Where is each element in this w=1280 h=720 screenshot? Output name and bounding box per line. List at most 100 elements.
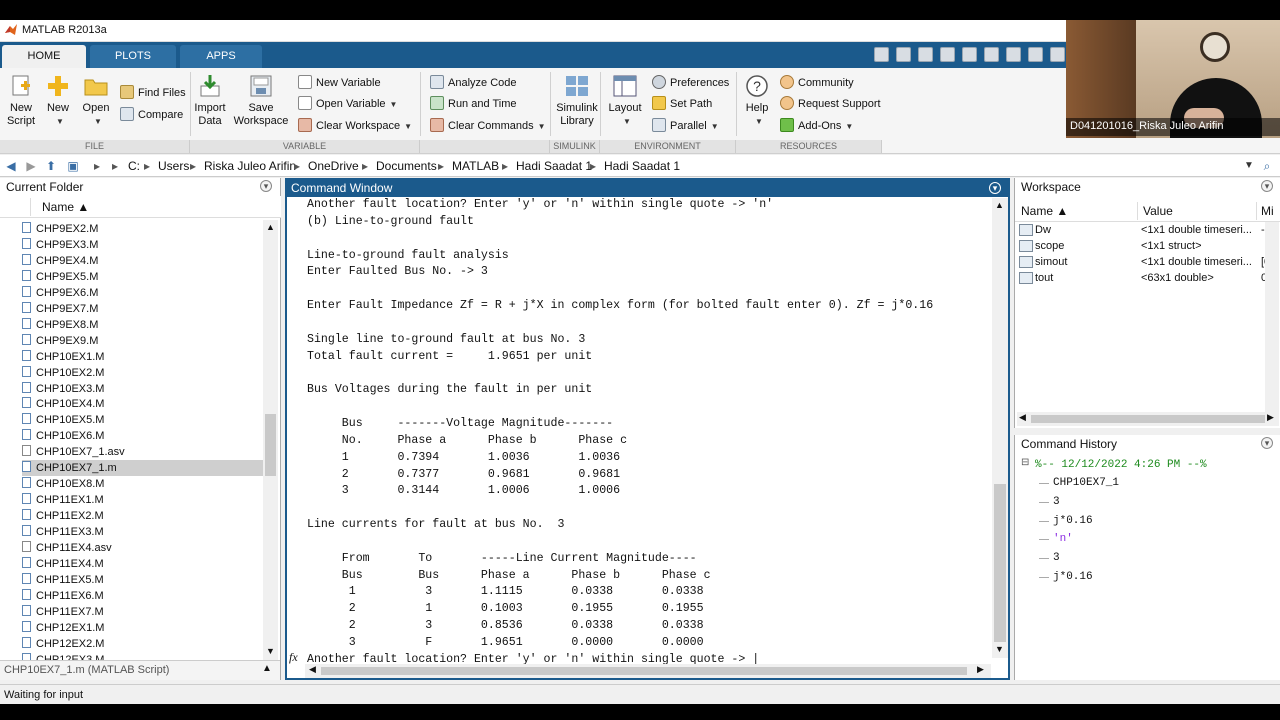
value-column-header[interactable]: Value bbox=[1143, 204, 1173, 218]
file-list-item[interactable]: CHP9EX5.M bbox=[22, 269, 264, 285]
analyze-code-button[interactable]: Analyze Code bbox=[430, 74, 517, 92]
history-session-header[interactable]: %-- 12/12/2022 4:26 PM --% bbox=[1035, 457, 1207, 473]
search-icon[interactable]: ⌕ bbox=[1260, 159, 1274, 173]
file-list-item[interactable]: CHP11EX6.M bbox=[22, 588, 264, 604]
run-and-time-button[interactable]: Run and Time bbox=[430, 95, 516, 113]
forward-icon[interactable]: ▶ bbox=[24, 159, 38, 173]
save-workspace-button[interactable]: Save Workspace bbox=[232, 74, 290, 128]
tab-apps[interactable]: APPS bbox=[180, 45, 262, 68]
tab-home[interactable]: HOME bbox=[2, 45, 86, 68]
breadcrumb-item[interactable]: Users bbox=[158, 159, 189, 173]
folder-scrollbar[interactable]: ▲ ▼ bbox=[263, 220, 278, 660]
clear-commands-button[interactable]: Clear Commands ▼ bbox=[430, 117, 546, 135]
file-list-item[interactable]: CHP10EX4.M bbox=[22, 396, 264, 412]
chevron-right-icon[interactable]: ▶ bbox=[1267, 412, 1274, 423]
collapse-icon[interactable]: ⊟ bbox=[1021, 457, 1029, 468]
chevron-up-icon[interactable]: ▲ bbox=[995, 200, 1004, 210]
chevron-left-icon[interactable]: ◀ bbox=[309, 664, 316, 675]
chevron-right-icon[interactable]: ▶ bbox=[977, 664, 984, 675]
breadcrumb-item[interactable]: Riska Juleo Arifin bbox=[204, 159, 296, 173]
workspace-vscrollbar[interactable] bbox=[1265, 222, 1279, 412]
scrollbar-thumb[interactable] bbox=[321, 667, 967, 675]
back-icon[interactable]: ◀ bbox=[4, 159, 18, 173]
compare-button[interactable]: Compare bbox=[120, 106, 183, 124]
file-list-item[interactable]: CHP11EX1.M bbox=[22, 492, 264, 508]
community-button[interactable]: Community bbox=[780, 74, 854, 92]
file-list-item[interactable]: CHP9EX3.M bbox=[22, 237, 264, 253]
save-icon[interactable] bbox=[896, 47, 911, 62]
file-list-item[interactable]: CHP11EX4.M bbox=[22, 556, 264, 572]
chevron-down-icon[interactable]: ▼ bbox=[266, 646, 275, 656]
browse-folder-icon[interactable]: ▣ bbox=[66, 159, 80, 173]
breadcrumb-item[interactable]: Hadi Saadat 1 bbox=[604, 159, 680, 173]
panel-actions-icon[interactable]: ▾ bbox=[1261, 180, 1273, 192]
file-list-item[interactable]: CHP9EX9.M bbox=[22, 333, 264, 349]
file-list-item[interactable]: CHP11EX4.asv bbox=[22, 540, 264, 556]
file-list-item[interactable]: CHP11EX2.M bbox=[22, 508, 264, 524]
breadcrumb-item[interactable]: C: bbox=[128, 159, 140, 173]
scrollbar-thumb[interactable] bbox=[265, 414, 276, 476]
import-data-button[interactable]: Import Data bbox=[194, 74, 226, 128]
file-list-item[interactable]: CHP9EX8.M bbox=[22, 317, 264, 333]
scrollbar-thumb[interactable] bbox=[1031, 415, 1265, 423]
command-hscrollbar[interactable]: ◀ ▶ bbox=[305, 664, 991, 678]
copy-icon[interactable] bbox=[940, 47, 955, 62]
file-list-item[interactable]: CHP10EX5.M bbox=[22, 412, 264, 428]
cut-icon[interactable] bbox=[918, 47, 933, 62]
file-list-item[interactable]: CHP12EX2.M bbox=[22, 636, 264, 652]
file-list-item[interactable]: CHP9EX4.M bbox=[22, 253, 264, 269]
file-list-item[interactable]: CHP10EX6.M bbox=[22, 428, 264, 444]
chevron-down-icon[interactable]: ▼ bbox=[1242, 159, 1256, 173]
file-list-item[interactable]: CHP10EX7_1.asv bbox=[22, 444, 264, 460]
switch-windows-icon[interactable] bbox=[1028, 47, 1043, 62]
workspace-variable-row[interactable]: simout<1x1 double timeseri...[0,0 bbox=[1019, 254, 1277, 270]
file-list-item[interactable]: CHP11EX7.M bbox=[22, 604, 264, 620]
breadcrumb-item[interactable]: OneDrive bbox=[308, 159, 359, 173]
add-ons-button[interactable]: Add-Ons ▼ bbox=[780, 117, 853, 135]
parallel-button[interactable]: Parallel ▼ bbox=[652, 117, 719, 135]
history-entry[interactable]: CHP10EX7_1 bbox=[1053, 475, 1119, 491]
request-support-button[interactable]: Request Support bbox=[780, 95, 881, 113]
file-list-item[interactable]: CHP10EX1.M bbox=[22, 349, 264, 365]
redo-icon[interactable] bbox=[1006, 47, 1021, 62]
open-variable-button[interactable]: Open Variable ▼ bbox=[298, 95, 397, 113]
layout-button[interactable]: Layout ▼ bbox=[606, 74, 644, 128]
function-browser-icon[interactable]: fx bbox=[289, 650, 298, 665]
search-docs-icon[interactable] bbox=[874, 47, 889, 62]
command-window[interactable]: Command Window ▾ Another fault location?… bbox=[285, 178, 1010, 680]
set-path-button[interactable]: Set Path bbox=[652, 95, 712, 113]
file-list-item[interactable]: CHP12EX1.M bbox=[22, 620, 264, 636]
name-column-header[interactable]: Name ▲ bbox=[1021, 204, 1068, 218]
new-variable-button[interactable]: New Variable bbox=[298, 74, 381, 92]
preferences-button[interactable]: Preferences bbox=[652, 74, 729, 92]
panel-actions-icon[interactable]: ▾ bbox=[1261, 437, 1273, 449]
help-icon[interactable] bbox=[1050, 47, 1065, 62]
find-files-button[interactable]: Find Files bbox=[120, 84, 186, 102]
history-entry[interactable]: 3 bbox=[1053, 550, 1060, 566]
tab-plots[interactable]: PLOTS bbox=[90, 45, 176, 68]
workspace-variable-row[interactable]: Dw<1x1 double timeseri...-0.0 bbox=[1019, 222, 1277, 238]
clear-workspace-button[interactable]: Clear Workspace ▼ bbox=[298, 117, 412, 135]
command-vscrollbar[interactable]: ▲ ▼ bbox=[992, 198, 1008, 658]
chevron-up-icon[interactable]: ▲ bbox=[262, 663, 272, 674]
history-entry[interactable]: j*0.16 bbox=[1053, 569, 1093, 585]
up-folder-icon[interactable]: ⬆ bbox=[44, 159, 58, 173]
workspace-variable-row[interactable]: scope <1x1 struct> bbox=[1019, 238, 1277, 254]
breadcrumb-item[interactable]: Hadi Saadat 1 bbox=[516, 159, 592, 173]
file-list-item[interactable]: CHP9EX2.M bbox=[22, 221, 264, 237]
chevron-left-icon[interactable]: ◀ bbox=[1019, 412, 1026, 423]
panel-actions-icon[interactable]: ▾ bbox=[260, 180, 272, 192]
history-entry[interactable]: j*0.16 bbox=[1053, 513, 1093, 529]
file-list-item[interactable]: CHP10EX2.M bbox=[22, 365, 264, 381]
history-entry[interactable]: 3 bbox=[1053, 494, 1060, 510]
simulink-library-button[interactable]: Simulink Library bbox=[556, 74, 598, 128]
name-column-header[interactable]: Name ▲ bbox=[42, 200, 89, 214]
open-button[interactable]: Open ▼ bbox=[80, 74, 112, 128]
file-list-item[interactable]: CHP9EX6.M bbox=[22, 285, 264, 301]
new-script-button[interactable]: New Script bbox=[4, 74, 38, 128]
file-list-item[interactable]: CHP11EX5.M bbox=[22, 572, 264, 588]
paste-icon[interactable] bbox=[962, 47, 977, 62]
min-column-header[interactable]: Mi bbox=[1261, 204, 1274, 218]
file-list-item[interactable]: CHP10EX3.M bbox=[22, 381, 264, 397]
help-button[interactable]: ? Help ▼ bbox=[742, 74, 772, 128]
